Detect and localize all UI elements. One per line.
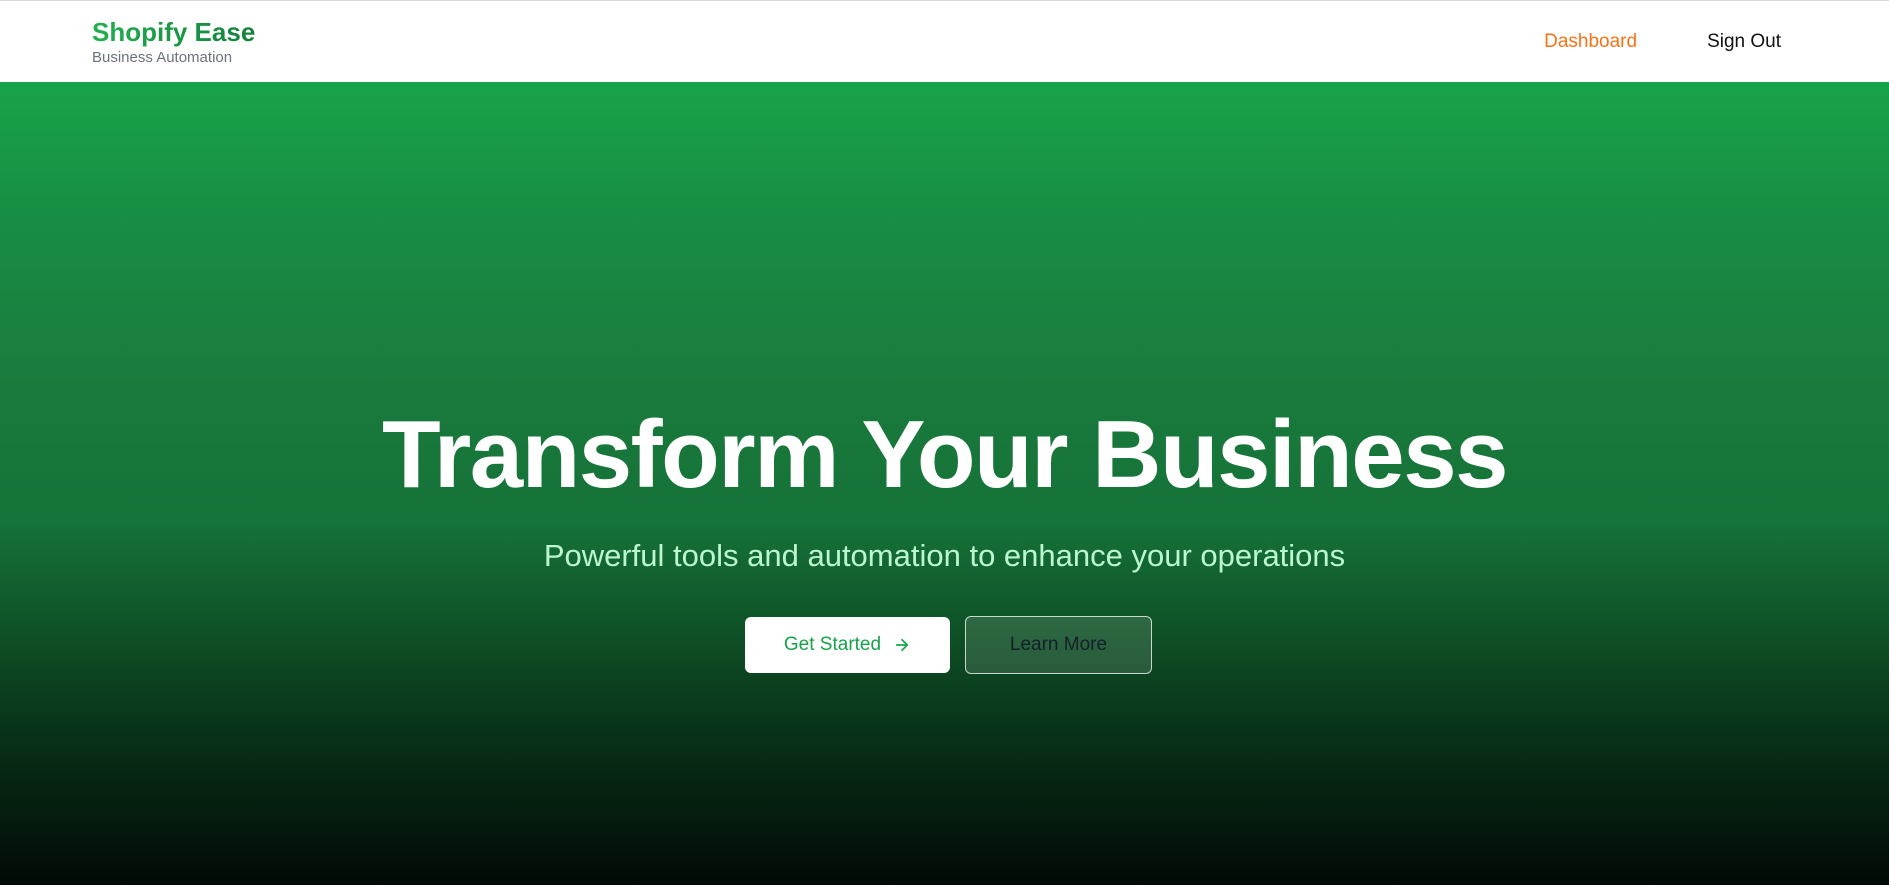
- get-started-label: Get Started: [783, 634, 882, 655]
- nav-sign-out-link[interactable]: Sign Out: [1707, 29, 1781, 55]
- learn-more-label: Learn More: [1009, 634, 1108, 655]
- brand[interactable]: Shopify Ease Business Automation: [92, 15, 255, 67]
- brand-name: Shopify Ease: [92, 17, 256, 47]
- nav-dashboard-link[interactable]: Dashboard: [1544, 29, 1637, 55]
- main-nav: Dashboard Sign Out: [1544, 29, 1781, 55]
- arrow-right-icon: [896, 638, 909, 652]
- learn-more-button[interactable]: Learn More: [965, 616, 1152, 674]
- brand-tagline: Business Automation: [92, 49, 233, 66]
- get-started-button[interactable]: Get Started: [745, 617, 950, 673]
- hero-title: Transform Your Business: [382, 401, 1508, 508]
- hero-section: Transform Your Business Powerful tools a…: [0, 82, 1889, 885]
- top-navbar: Shopify Ease Business Automation Dashboa…: [0, 0, 1889, 82]
- hero-subtitle: Powerful tools and automation to enhance…: [543, 538, 1346, 573]
